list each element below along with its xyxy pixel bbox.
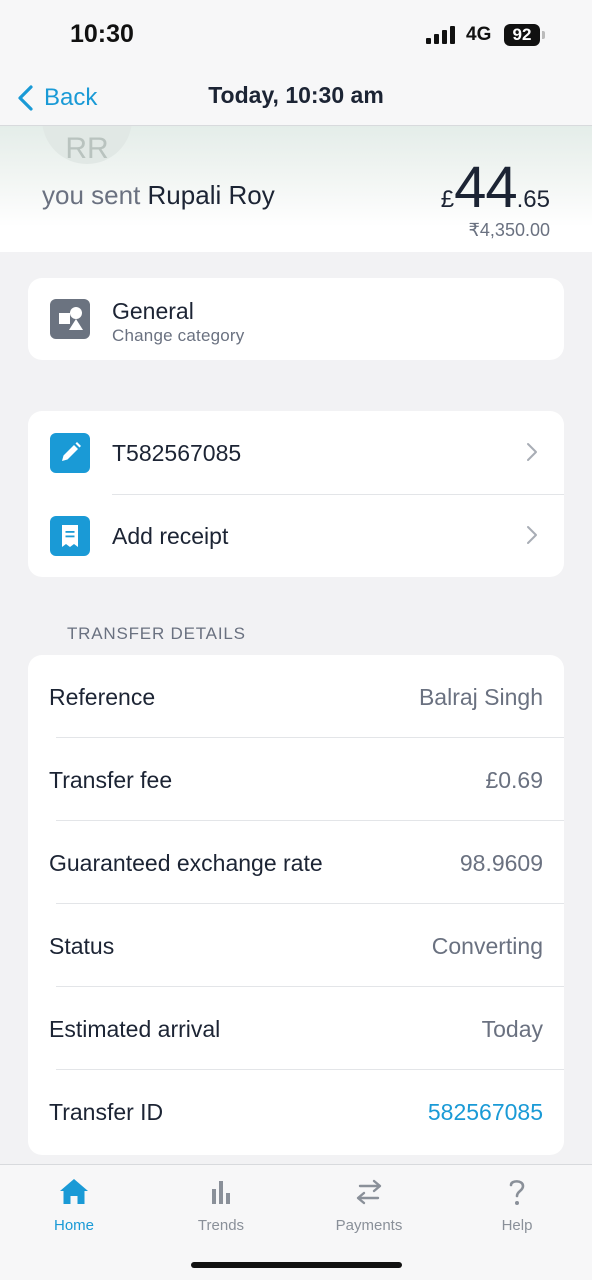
tab-label: Home [53,1217,94,1234]
battery-icon: 92 [504,24,540,46]
bar-chart-icon [212,1181,230,1204]
chevron-right-icon [527,443,537,461]
detail-value: Today [481,1016,543,1042]
sent-summary: you sent Rupali Roy [42,180,275,211]
tab-label: Help [501,1217,533,1234]
transfer-arrows-icon [356,1179,382,1205]
detail-row-exchange-rate: Guaranteed exchange rate 98.9609 [28,821,564,904]
add-receipt-label: Add receipt [112,523,229,549]
tab-label: Payments [335,1217,403,1234]
status-time: 10:30 [70,20,134,48]
transfer-id-link[interactable]: 582567085 [428,1099,543,1126]
detail-row-status: Status Converting [28,904,564,987]
category-shapes-icon [50,299,90,339]
detail-row-transfer-fee: Transfer fee £0.69 [28,738,564,821]
converted-amount: ₹4,350.00 [468,220,550,240]
detail-row-estimated-arrival: Estimated arrival Today [28,987,564,1070]
detail-label: Transfer ID [49,1099,164,1125]
sent-prefix: you sent [42,180,141,210]
note-row[interactable]: T582567085 [28,411,564,494]
tab-home[interactable]: Home [24,1175,124,1245]
amount-major: 44 [454,155,518,220]
transaction-header: RR you sent Rupali Roy £44.65 ₹4,350.00 [0,126,592,252]
tab-help[interactable]: Help [467,1175,567,1245]
detail-value: Balraj Singh [418,684,543,710]
amount-minor: .65 [516,186,550,213]
recipient-name: Rupali Roy [147,180,275,210]
status-bar: 10:30 4G 92 [0,0,592,72]
battery-level: 92 [512,25,532,44]
detail-label: Transfer fee [49,767,173,793]
detail-label: Guaranteed exchange rate [49,850,323,876]
avatar: RR [42,126,132,165]
section-title: TRANSFER DETAILS [67,624,246,643]
receipt-icon [50,516,90,556]
detail-value: Converting [431,933,543,959]
network-type: 4G [466,24,492,45]
amount-currency: £ [440,186,455,213]
home-indicator[interactable] [191,1262,402,1268]
amount: £44.65 [441,154,550,221]
page-title: Today, 10:30 am [208,82,384,108]
home-icon [60,1179,88,1204]
detail-label: Reference [49,684,156,710]
category-title: General [112,298,194,324]
detail-label: Estimated arrival [49,1016,221,1042]
signal-icon [426,26,458,44]
battery-tip [542,31,545,39]
tab-label: Trends [197,1217,245,1234]
tab-trends[interactable]: Trends [171,1175,271,1245]
tab-payments[interactable]: Payments [319,1175,419,1245]
pencil-icon [50,433,90,473]
category-card[interactable]: General Change category [28,278,564,360]
chevron-right-icon [527,526,537,544]
transfer-details-card: Reference Balraj Singh Transfer fee £0.6… [28,655,564,1155]
detail-value: £0.69 [485,767,543,793]
tab-bar: Home Trends Payments Help [0,1164,592,1280]
detail-row-transfer-id: Transfer ID 582567085 [28,1070,564,1153]
detail-row-reference: Reference Balraj Singh [28,655,564,738]
detail-value: 98.9609 [459,850,543,876]
add-receipt-row[interactable]: Add receipt [28,494,564,577]
question-mark-icon [509,1180,525,1205]
detail-label: Status [49,933,115,959]
nav-bar: Back Today, 10:30 am [0,72,592,126]
note-label: T582567085 [112,440,242,466]
actions-card: T582567085 Add receipt [28,411,564,577]
change-category-link[interactable]: Change category [112,326,244,346]
